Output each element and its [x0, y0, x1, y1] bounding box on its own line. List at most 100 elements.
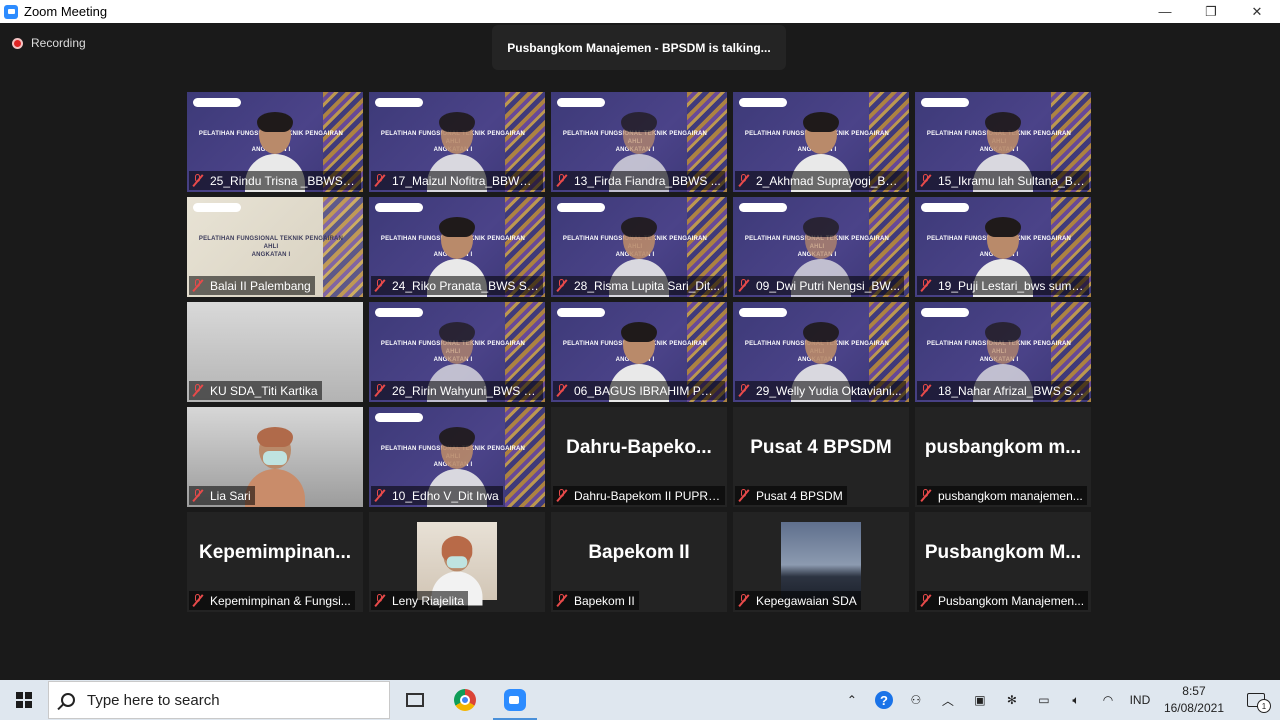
mic-muted-icon	[374, 174, 386, 187]
window-title: Zoom Meeting	[24, 4, 108, 19]
mic-muted-icon	[920, 594, 932, 607]
taskbar-search-box[interactable]: Type here to search	[48, 681, 390, 719]
participant-nameplate: 29_Welly Yudia Oktaviani...	[735, 381, 906, 400]
participant-tile[interactable]: Leny Riajelita	[369, 512, 545, 612]
participant-tile[interactable]: PELATIHAN FUNGSIONAL TEKNIK PENGAIRAN AH…	[733, 92, 909, 192]
participant-tile[interactable]: PELATIHAN FUNGSIONAL TEKNIK PENGAIRAN AH…	[915, 197, 1091, 297]
participant-name: Balai II Palembang	[210, 278, 311, 293]
slide-logo	[557, 203, 605, 212]
participant-tile[interactable]: Kepemimpinan... Kepemimpinan & Fungsi...	[187, 512, 363, 612]
meet-now-icon[interactable]: ▣	[964, 680, 996, 720]
participant-tile[interactable]: PELATIHAN FUNGSIONAL TEKNIK PENGAIRAN AH…	[551, 197, 727, 297]
participant-tile[interactable]: PELATIHAN FUNGSIONAL TEKNIK PENGAIRAN AH…	[369, 302, 545, 402]
participant-tile[interactable]: Bapekom II Bapekom II	[551, 512, 727, 612]
mic-muted-icon	[556, 594, 568, 607]
scroll-arrows-icon[interactable]: ⌃	[836, 680, 868, 720]
action-center-button[interactable]: 1	[1232, 680, 1280, 720]
profile-picture	[417, 522, 497, 606]
participant-tile[interactable]: pusbangkom m... pusbangkom manajemen...	[915, 407, 1091, 507]
participant-nameplate: 2_Akhmad Suprayogi_BW...	[735, 171, 907, 190]
people-icon[interactable]: ⚇	[900, 680, 932, 720]
volume-icon[interactable]: 🔈︎	[1060, 680, 1092, 720]
slide-logo	[739, 98, 787, 107]
participant-tile[interactable]: PELATIHAN FUNGSIONAL TEKNIK PENGAIRAN AH…	[551, 92, 727, 192]
participant-nameplate: 10_Edho V_Dit Irwa	[371, 486, 503, 505]
participant-tile[interactable]: PELATIHAN FUNGSIONAL TEKNIK PENGAIRAN AH…	[733, 197, 909, 297]
close-button[interactable]: ✕	[1234, 0, 1280, 23]
participant-tile[interactable]: PELATIHAN FUNGSIONAL TEKNIK PENGAIRAN AH…	[187, 92, 363, 192]
participant-name: 28_Risma Lupita Sari_Dit...	[574, 278, 721, 293]
title-bar: Zoom Meeting — ❐ ✕	[0, 0, 1280, 23]
participant-tile[interactable]: PELATIHAN FUNGSIONAL TEKNIK PENGAIRAN AH…	[187, 197, 363, 297]
recording-indicator[interactable]: Recording	[12, 36, 86, 50]
slide-logo	[375, 413, 423, 422]
task-view-button[interactable]	[390, 680, 440, 720]
participant-tile[interactable]: PELATIHAN FUNGSIONAL TEKNIK PENGAIRAN AH…	[915, 92, 1091, 192]
participant-display-name: Pusat 4 BPSDM	[750, 437, 892, 458]
app-tray-icon[interactable]: ✻	[996, 680, 1028, 720]
participant-name: 19_Puji Lestari_bws suma...	[938, 278, 1085, 293]
participant-tile[interactable]: PELATIHAN FUNGSIONAL TEKNIK PENGAIRAN AH…	[369, 197, 545, 297]
participant-nameplate: 09_Dwi Putri Nengsi_BW...	[735, 276, 905, 295]
minimize-button[interactable]: —	[1142, 0, 1188, 23]
participant-name: Dahru-Bapekom II PUPR ...	[574, 488, 721, 503]
participant-tile[interactable]: Lia Sari	[187, 407, 363, 507]
participant-name: 29_Welly Yudia Oktaviani...	[756, 383, 902, 398]
slide-logo	[739, 203, 787, 212]
participant-tile[interactable]: PELATIHAN FUNGSIONAL TEKNIK PENGAIRAN AH…	[369, 92, 545, 192]
participant-tile[interactable]: PELATIHAN FUNGSIONAL TEKNIK PENGAIRAN AH…	[733, 302, 909, 402]
battery-icon[interactable]: ▭	[1028, 680, 1060, 720]
participant-tile[interactable]: PELATIHAN FUNGSIONAL TEKNIK PENGAIRAN AH…	[915, 302, 1091, 402]
participant-tile[interactable]: PELATIHAN FUNGSIONAL TEKNIK PENGAIRAN AH…	[551, 302, 727, 402]
slide-title-line1: PELATIHAN FUNGSIONAL TEKNIK PENGAIRAN AH…	[198, 236, 344, 250]
mic-muted-icon	[556, 174, 568, 187]
participant-name: Kepemimpinan & Fungsi...	[210, 593, 351, 608]
participant-nameplate: 25_Rindu Trisna _BBWS MS	[189, 171, 361, 190]
participant-tile[interactable]: Pusat 4 BPSDM Pusat 4 BPSDM	[733, 407, 909, 507]
participant-tile[interactable]: Pusbangkom M... Pusbangkom Manajemen...	[915, 512, 1091, 612]
slide-logo	[921, 308, 969, 317]
participant-nameplate: Pusbangkom Manajemen...	[917, 591, 1089, 610]
participant-name: 15_Ikramu lah Sultana_BP...	[938, 173, 1085, 188]
active-speaker-text: Pusbangkom Manajemen - BPSDM is talking.…	[507, 40, 771, 55]
participant-tile[interactable]: Kepegawaian SDA	[733, 512, 909, 612]
notification-count: 1	[1257, 699, 1271, 713]
participant-tile[interactable]: PELATIHAN FUNGSIONAL TEKNIK PENGAIRAN AH…	[369, 407, 545, 507]
help-tray-button[interactable]: ?	[868, 680, 900, 720]
participant-name: 26_Ririn Wahyuni_BWS S...	[392, 383, 539, 398]
participant-nameplate: 24_Riko Pranata_BWS Su...	[371, 276, 543, 295]
participant-nameplate: 26_Ririn Wahyuni_BWS S...	[371, 381, 543, 400]
mic-muted-icon	[920, 489, 932, 502]
participant-name: 09_Dwi Putri Nengsi_BW...	[756, 278, 901, 293]
participant-nameplate: 06_BAGUS IBRAHIM PRIJ...	[553, 381, 725, 400]
mic-muted-icon	[738, 279, 750, 292]
participant-tile[interactable]: Dahru-Bapeko... Dahru-Bapekom II PUPR ...	[551, 407, 727, 507]
participant-nameplate: 19_Puji Lestari_bws suma...	[917, 276, 1089, 295]
language-indicator[interactable]: IND	[1124, 680, 1156, 720]
clock-date: 16/08/2021	[1163, 701, 1224, 715]
show-hidden-icons-chevron-icon[interactable]: ︿	[932, 680, 964, 720]
participant-nameplate: KU SDA_Titi Kartika	[189, 381, 322, 400]
wifi-icon[interactable]: ◠	[1092, 680, 1124, 720]
mic-muted-icon	[374, 489, 386, 502]
restore-button[interactable]: ❐	[1188, 0, 1234, 23]
participant-name: Pusbangkom Manajemen...	[938, 593, 1085, 608]
start-button[interactable]	[0, 680, 48, 720]
slide-logo	[193, 203, 241, 212]
system-tray: ⌃ ? ⚇ ︿ ▣ ✻ ▭ 🔈︎ ◠ IND 8:57 16/08/2021 1	[836, 680, 1280, 720]
slide-title-line2: ANGKATAN I	[251, 252, 291, 258]
participant-name: 10_Edho V_Dit Irwa	[392, 488, 499, 503]
chrome-taskbar-button[interactable]	[440, 680, 490, 720]
participant-tile[interactable]: KU SDA_Titi Kartika	[187, 302, 363, 402]
recording-label: Recording	[31, 36, 86, 50]
zoom-taskbar-button[interactable]	[490, 680, 540, 720]
participant-display-name: pusbangkom m...	[924, 437, 1082, 458]
participant-nameplate: 18_Nahar Afrizal_BWS Su...	[917, 381, 1089, 400]
search-placeholder: Type here to search	[87, 691, 220, 709]
participant-nameplate: Leny Riajelita	[371, 591, 469, 610]
participant-name: 13_Firda Fiandra_BBWS ...	[574, 173, 721, 188]
slide-logo	[375, 308, 423, 317]
participant-nameplate: Dahru-Bapekom II PUPR ...	[553, 486, 725, 505]
chrome-icon	[454, 689, 476, 711]
clock[interactable]: 8:57 16/08/2021	[1156, 683, 1232, 717]
